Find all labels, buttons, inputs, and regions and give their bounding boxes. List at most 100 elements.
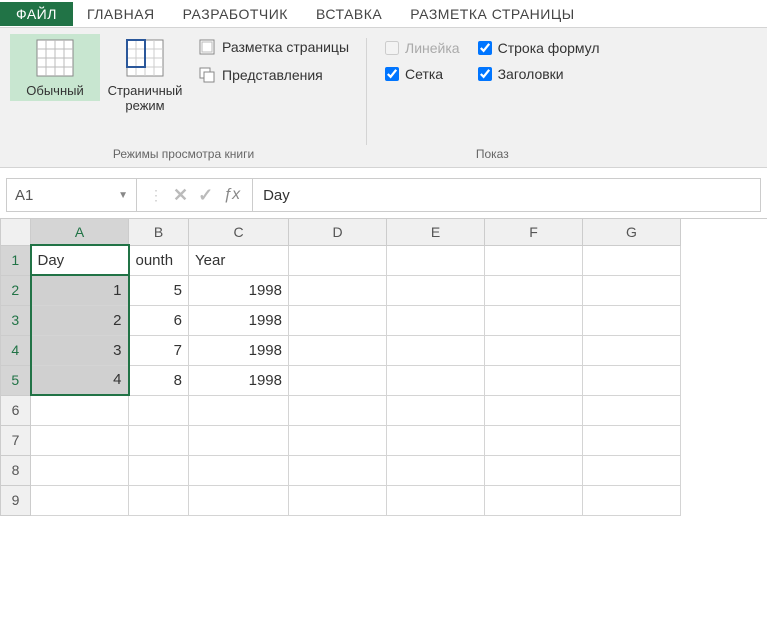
cancel-formula-icon[interactable]: ✕ <box>173 185 188 206</box>
cell-C9[interactable] <box>189 485 289 515</box>
fx-icon[interactable]: ƒx <box>223 186 240 204</box>
cell-D1[interactable] <box>289 245 387 275</box>
cell-A2[interactable]: 1 <box>31 275 129 305</box>
cell-C1[interactable]: Year <box>189 245 289 275</box>
col-header-E[interactable]: E <box>387 219 485 245</box>
cell-E1[interactable] <box>387 245 485 275</box>
cell-G6[interactable] <box>583 395 681 425</box>
cell-D2[interactable] <box>289 275 387 305</box>
enter-formula-icon[interactable]: ✓ <box>198 185 213 206</box>
cell-C4[interactable]: 1998 <box>189 335 289 365</box>
gridlines-checkbox[interactable]: Сетка <box>385 66 460 82</box>
cell-B8[interactable] <box>129 455 189 485</box>
cell-A6[interactable] <box>31 395 129 425</box>
col-header-A[interactable]: A <box>31 219 129 245</box>
row-header-7[interactable]: 7 <box>1 425 31 455</box>
cell-F4[interactable] <box>485 335 583 365</box>
name-box-dropdown-icon[interactable]: ▼ <box>118 190 128 201</box>
cell-B7[interactable] <box>129 425 189 455</box>
cell-D4[interactable] <box>289 335 387 365</box>
ruler-checkbox[interactable]: Линейка <box>385 40 460 56</box>
row-header-6[interactable]: 6 <box>1 395 31 425</box>
ruler-checkbox-input[interactable] <box>385 41 399 55</box>
select-all-corner[interactable] <box>1 219 31 245</box>
row-header-2[interactable]: 2 <box>1 275 31 305</box>
cell-C8[interactable] <box>189 455 289 485</box>
cell-E3[interactable] <box>387 305 485 335</box>
cell-E5[interactable] <box>387 365 485 395</box>
row-header-9[interactable]: 9 <box>1 485 31 515</box>
tab-page-layout[interactable]: РАЗМЕТКА СТРАНИЦЫ <box>396 2 588 26</box>
cell-D9[interactable] <box>289 485 387 515</box>
cell-A1[interactable]: Day <box>31 245 129 275</box>
cell-D3[interactable] <box>289 305 387 335</box>
cell-G1[interactable] <box>583 245 681 275</box>
cell-C5[interactable]: 1998 <box>189 365 289 395</box>
cell-F5[interactable] <box>485 365 583 395</box>
gridlines-checkbox-input[interactable] <box>385 67 399 81</box>
cell-F1[interactable] <box>485 245 583 275</box>
cell-D8[interactable] <box>289 455 387 485</box>
formula-bar-checkbox[interactable]: Строка формул <box>478 40 600 56</box>
cell-F8[interactable] <box>485 455 583 485</box>
cell-G5[interactable] <box>583 365 681 395</box>
cell-B4[interactable]: 7 <box>129 335 189 365</box>
cell-A7[interactable] <box>31 425 129 455</box>
cell-C7[interactable] <box>189 425 289 455</box>
tab-file[interactable]: ФАЙЛ <box>0 2 73 26</box>
tab-home[interactable]: ГЛАВНАЯ <box>73 2 169 26</box>
cell-G2[interactable] <box>583 275 681 305</box>
cell-E4[interactable] <box>387 335 485 365</box>
tab-insert[interactable]: ВСТАВКА <box>302 2 396 26</box>
cell-F6[interactable] <box>485 395 583 425</box>
cell-G8[interactable] <box>583 455 681 485</box>
cell-G3[interactable] <box>583 305 681 335</box>
cell-A5[interactable]: 4 <box>31 365 129 395</box>
cell-F7[interactable] <box>485 425 583 455</box>
row-header-1[interactable]: 1 <box>1 245 31 275</box>
col-header-D[interactable]: D <box>289 219 387 245</box>
cell-B6[interactable] <box>129 395 189 425</box>
col-header-G[interactable]: G <box>583 219 681 245</box>
cell-E6[interactable] <box>387 395 485 425</box>
cell-D5[interactable] <box>289 365 387 395</box>
cell-B3[interactable]: 6 <box>129 305 189 335</box>
cell-D7[interactable] <box>289 425 387 455</box>
cell-E8[interactable] <box>387 455 485 485</box>
name-box-input[interactable] <box>15 187 128 204</box>
formula-bar-checkbox-input[interactable] <box>478 41 492 55</box>
row-header-8[interactable]: 8 <box>1 455 31 485</box>
cell-E2[interactable] <box>387 275 485 305</box>
col-header-B[interactable]: B <box>129 219 189 245</box>
tab-developer[interactable]: Разработчик <box>169 2 302 26</box>
row-header-4[interactable]: 4 <box>1 335 31 365</box>
name-box[interactable]: ▼ <box>7 179 137 211</box>
cell-D6[interactable] <box>289 395 387 425</box>
col-header-F[interactable]: F <box>485 219 583 245</box>
cell-G4[interactable] <box>583 335 681 365</box>
cell-E9[interactable] <box>387 485 485 515</box>
cell-F9[interactable] <box>485 485 583 515</box>
pagebreak-view-button[interactable]: Страничный режим <box>100 34 190 116</box>
normal-view-button[interactable]: Обычный <box>10 34 100 101</box>
cell-G7[interactable] <box>583 425 681 455</box>
custom-views-button[interactable]: Представления <box>194 64 353 86</box>
cell-G9[interactable] <box>583 485 681 515</box>
cell-B1[interactable]: ounth <box>129 245 189 275</box>
row-header-5[interactable]: 5 <box>1 365 31 395</box>
cell-B9[interactable] <box>129 485 189 515</box>
cell-A8[interactable] <box>31 455 129 485</box>
cell-F2[interactable] <box>485 275 583 305</box>
headings-checkbox-input[interactable] <box>478 67 492 81</box>
cell-F3[interactable] <box>485 305 583 335</box>
page-layout-button[interactable]: Разметка страницы <box>194 36 353 58</box>
row-header-3[interactable]: 3 <box>1 305 31 335</box>
cell-C3[interactable]: 1998 <box>189 305 289 335</box>
cell-A9[interactable] <box>31 485 129 515</box>
cell-B5[interactable]: 8 <box>129 365 189 395</box>
cell-A3[interactable]: 2 <box>31 305 129 335</box>
cell-E7[interactable] <box>387 425 485 455</box>
col-header-C[interactable]: C <box>189 219 289 245</box>
cell-C6[interactable] <box>189 395 289 425</box>
cell-A4[interactable]: 3 <box>31 335 129 365</box>
